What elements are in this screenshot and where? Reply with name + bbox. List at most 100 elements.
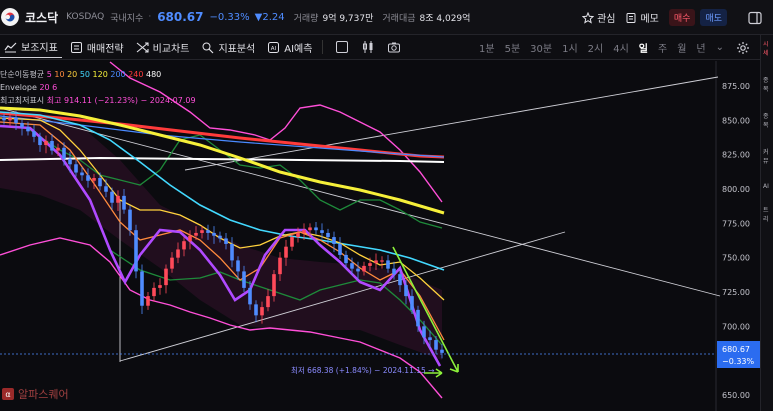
strategy-button[interactable]: 매매전략 [66, 36, 128, 58]
period-4h[interactable]: 4시 [613, 40, 629, 55]
header-bar: 코스닥 KOSDAQ 국내지수 · 680.67 −0.33% ▼2.24 거래… [0, 0, 773, 35]
side-tab-community[interactable]: 커뮤 [763, 147, 773, 165]
candle-body [110, 191, 114, 203]
price-chart[interactable]: 최저 668.38 (+1.84%) − 2024.11.15 → 875.00… [0, 61, 760, 411]
legend-envelope-value: 20 6 [39, 83, 58, 92]
side-tab-stock-2[interactable]: 종목 [763, 111, 773, 129]
period-more-chevron[interactable]: ⌄ [716, 42, 724, 53]
candle-body [254, 304, 258, 316]
price-tick-label: 650.00 [722, 391, 750, 400]
side-tab-tree[interactable]: 트리 [763, 205, 773, 223]
low-annotation: 최저 668.38 (+1.84%) − 2024.11.15 → [291, 365, 434, 375]
legend-ma-period-120: 120 [90, 70, 108, 79]
amount-value: 8조 4,029억 [419, 13, 471, 24]
toolbar-divider [322, 40, 324, 54]
ai-predict-label: AI예측 [284, 43, 313, 55]
candle-body [284, 246, 288, 258]
analysis-button[interactable]: 지표분석 [197, 36, 259, 58]
legend-ma-period-480: 480 [143, 70, 162, 79]
legend-envelope-row[interactable]: Envelope 20 6 [0, 81, 196, 94]
candle-body [170, 257, 174, 269]
candle-body [386, 260, 390, 269]
candle-body [68, 158, 72, 165]
candle-body [290, 237, 294, 247]
compare-button[interactable]: 비교차트 [132, 36, 194, 58]
alphasquare-logo-icon: α [2, 388, 14, 400]
gear-icon[interactable] [736, 41, 750, 55]
separator-dot: · [148, 12, 152, 22]
memo-icon [626, 12, 636, 23]
candle-body [302, 230, 306, 233]
legend-ma-row[interactable]: 단순이동평균 5 10 20 50 120 200 240 480 [0, 68, 196, 81]
ai-predict-button[interactable]: AI AI예측 [263, 36, 316, 58]
right-side-panel: 시세 종목 종목 커뮤 AI 트리 [760, 35, 773, 411]
candle-body [32, 131, 36, 137]
candle-body [356, 268, 360, 272]
candle-body [266, 296, 270, 308]
candle-body [326, 232, 330, 238]
volume-label: 거래량 [293, 13, 319, 24]
period-month[interactable]: 월 [677, 40, 686, 55]
period-day[interactable]: 일 [639, 40, 648, 55]
amount-label: 거래대금 [382, 13, 416, 24]
chart-toolbar: 보조지표 매매전략 비교차트 지표분석 AI AI예측 1분 5분 30분 1시… [0, 35, 760, 60]
candle-type-icon[interactable] [361, 40, 375, 54]
indicator-legend: 단순이동평균 5 10 20 50 120 200 240 480 Envelo… [0, 68, 196, 107]
candle-body [62, 147, 66, 159]
watchlist-button[interactable]: 관심 [582, 10, 615, 25]
current-price-tag-pct: −0.33% [722, 357, 755, 366]
korea-flag-icon [1, 8, 19, 26]
candle-body [212, 232, 216, 236]
side-tab-stock-1[interactable]: 종목 [763, 75, 773, 93]
legend-ma-name: 단순이동평균 [0, 70, 45, 79]
legend-extreme-row[interactable]: 최고최저표시 최고 914.11 (−21.23%) − 2024.07.09 [0, 94, 196, 107]
candle-body [152, 287, 156, 297]
candle-body [398, 274, 402, 286]
candle-body [122, 195, 126, 210]
period-week[interactable]: 주 [658, 40, 667, 55]
period-5m[interactable]: 5분 [505, 40, 521, 55]
period-selector: 1분 5분 30분 1시 2시 4시 일 주 월 년 ⌄ [469, 35, 750, 60]
candle-body [338, 243, 342, 255]
panel-toggle-button[interactable] [743, 6, 767, 30]
side-tab-quote[interactable]: 시세 [763, 39, 773, 57]
candle-body [410, 296, 414, 310]
period-1m[interactable]: 1분 [479, 40, 495, 55]
period-2h[interactable]: 2시 [588, 40, 604, 55]
sidebar-panel-icon [748, 11, 762, 24]
price-tick-label: 850.00 [722, 116, 750, 125]
price-tick-label: 725.00 [722, 288, 750, 297]
price-tick-label: 700.00 [722, 322, 750, 331]
sell-button[interactable]: 매도 [700, 9, 727, 26]
side-tab-ai[interactable]: AI [763, 183, 769, 190]
watchlist-label: 관심 [597, 14, 616, 25]
legend-extreme-value: 최고 914.11 (−21.23%) − 2024.07.09 [46, 96, 196, 105]
period-30m[interactable]: 30분 [530, 40, 552, 55]
candle-body [278, 257, 282, 275]
candle-body [428, 337, 432, 341]
checkbox-icon[interactable] [335, 40, 349, 54]
price-tick-label: 800.00 [722, 185, 750, 194]
legend-ma-period-50: 50 [77, 70, 91, 79]
indicators-button[interactable]: 보조지표 [0, 36, 62, 58]
candle-body [50, 140, 54, 151]
candle-body [224, 238, 228, 244]
candle-body [320, 230, 324, 233]
candle-body [368, 263, 372, 266]
memo-button[interactable]: 메모 [625, 10, 659, 25]
change-amount: ▼2.24 [254, 11, 285, 23]
volume-value: 9억 9,737만 [322, 13, 374, 24]
camera-icon[interactable] [387, 40, 401, 54]
candle-body [362, 265, 366, 272]
indicators-label: 보조지표 [21, 43, 58, 54]
candle-body [440, 349, 444, 353]
period-year[interactable]: 년 [696, 40, 705, 55]
candle-body [218, 235, 222, 239]
period-1h[interactable]: 1시 [562, 40, 578, 55]
symbol-name[interactable]: 코스닥 [25, 9, 58, 26]
buy-button[interactable]: 매수 [668, 9, 696, 26]
candle-body [350, 263, 354, 269]
candle-body [296, 232, 300, 238]
candle-body [2, 117, 6, 121]
candle-body [182, 241, 186, 250]
